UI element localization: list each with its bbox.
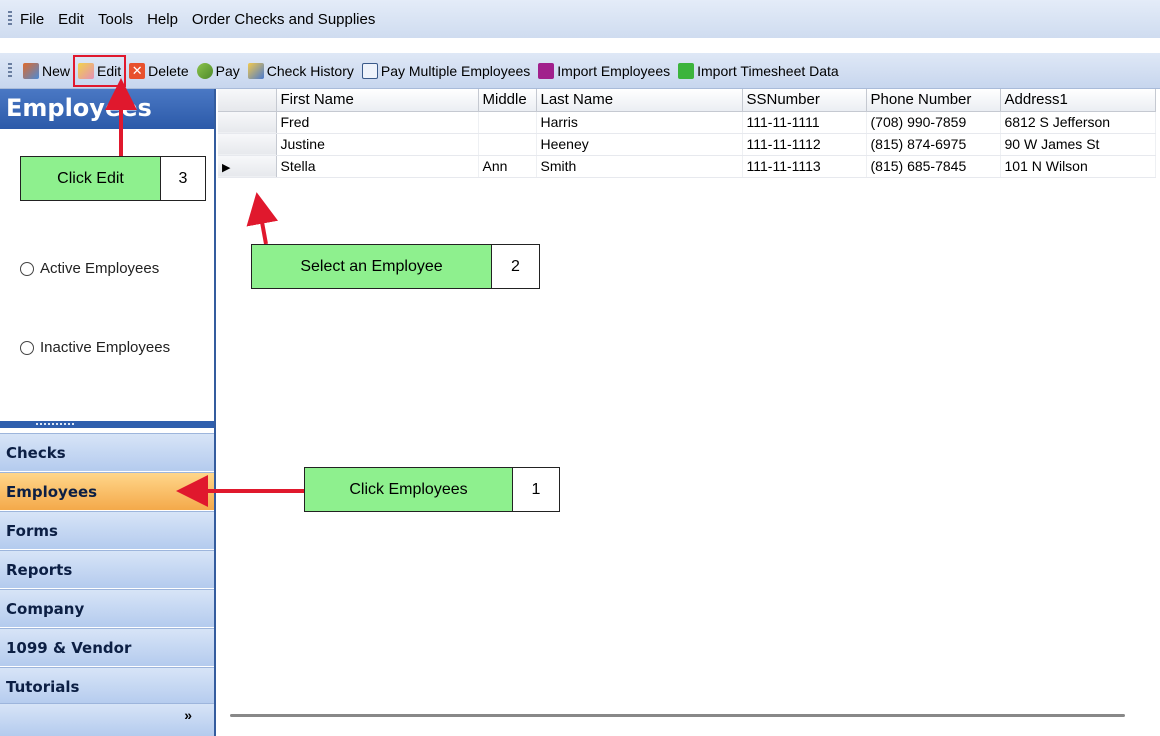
toolbar: New Edit ✕ Delete Pay Check History Pay … — [0, 53, 1160, 89]
nav-tutorials[interactable]: Tutorials — [0, 667, 214, 705]
cell-ssnumber[interactable]: 111-11-1112 — [742, 133, 867, 156]
cell-last-name[interactable]: Heeney — [536, 133, 743, 156]
employee-grid: First Name Middle Last Name SSNumber Pho… — [218, 89, 1160, 736]
column-header-phone[interactable]: Phone Number — [866, 89, 1001, 112]
cell-first-name[interactable]: Justine — [276, 133, 479, 156]
cell-phone[interactable]: (815) 685-7845 — [866, 155, 1001, 178]
radio-circle-icon — [20, 340, 34, 355]
callout-select-employee: Select an Employee 2 — [251, 244, 540, 289]
column-header-address1[interactable]: Address1 — [1000, 89, 1156, 112]
pay-icon — [196, 62, 213, 79]
import-employees-icon — [538, 62, 555, 79]
nav-employees[interactable]: Employees — [0, 472, 214, 510]
import-timesheet-button[interactable]: Import Timesheet Data — [675, 57, 842, 85]
callout-label: Select an Employee — [252, 245, 492, 288]
cell-middle[interactable]: Ann — [478, 155, 537, 178]
menu-bar: File Edit Tools Help Order Checks and Su… — [0, 0, 1160, 38]
cell-middle[interactable] — [478, 111, 537, 134]
pay-multiple-button[interactable]: Pay Multiple Employees — [359, 57, 533, 85]
radio-inactive-employees[interactable]: Inactive Employees — [20, 339, 170, 356]
import-timesheet-icon — [678, 62, 695, 79]
nav-company[interactable]: Company — [0, 589, 214, 627]
cell-ssnumber[interactable]: 111-11-1111 — [742, 111, 867, 134]
row-selector-header — [218, 89, 277, 112]
expand-chevron-icon[interactable]: » — [184, 707, 192, 723]
cell-ssnumber[interactable]: 111-11-1113 — [742, 155, 867, 178]
pay-multiple-icon — [361, 62, 378, 79]
row-selector[interactable] — [218, 111, 277, 134]
cell-address1[interactable]: 6812 S Jefferson — [1000, 111, 1156, 134]
table-header-row: First Name Middle Last Name SSNumber Pho… — [218, 89, 1156, 112]
menu-tools[interactable]: Tools — [98, 11, 133, 28]
column-header-ssnumber[interactable]: SSNumber — [742, 89, 867, 112]
callout-step-number: 2 — [492, 245, 539, 288]
cell-phone[interactable]: (815) 874-6975 — [866, 133, 1001, 156]
radio-active-employees[interactable]: Active Employees — [20, 260, 159, 277]
cell-address1[interactable]: 101 N Wilson — [1000, 155, 1156, 178]
import-employees-button[interactable]: Import Employees — [535, 57, 673, 85]
menu-file[interactable]: File — [20, 11, 44, 28]
edit-icon — [78, 62, 95, 79]
column-header-middle[interactable]: Middle — [478, 89, 537, 112]
table-row[interactable]: ▶ Stella Ann Smith 111-11-1113 (815) 685… — [218, 155, 1156, 178]
cell-address1[interactable]: 90 W James St — [1000, 133, 1156, 156]
delete-button[interactable]: ✕ Delete — [126, 57, 191, 85]
menu-grip[interactable] — [8, 11, 12, 27]
nav-checks[interactable]: Checks — [0, 433, 214, 471]
delete-icon: ✕ — [129, 62, 146, 79]
cell-phone[interactable]: (708) 990-7859 — [866, 111, 1001, 134]
cell-middle[interactable] — [478, 133, 537, 156]
row-selector[interactable]: ▶ — [218, 155, 277, 178]
menu-order-checks[interactable]: Order Checks and Supplies — [192, 11, 375, 28]
callout-step-number: 3 — [161, 157, 205, 200]
callout-step-number: 1 — [513, 468, 559, 511]
check-history-icon — [247, 62, 264, 79]
toolbar-grip[interactable] — [8, 62, 12, 79]
table-row[interactable]: Justine Heeney 111-11-1112 (815) 874-697… — [218, 133, 1156, 156]
table-row[interactable]: Fred Harris 111-11-1111 (708) 990-7859 6… — [218, 111, 1156, 134]
callout-label: Click Employees — [305, 468, 513, 511]
cell-last-name[interactable]: Harris — [536, 111, 743, 134]
menu-help[interactable]: Help — [147, 11, 178, 28]
menu-edit[interactable]: Edit — [58, 11, 84, 28]
column-header-first-name[interactable]: First Name — [276, 89, 479, 112]
new-employee-icon — [23, 62, 39, 79]
edit-button[interactable]: Edit — [73, 54, 127, 87]
row-selector[interactable] — [218, 133, 277, 156]
cell-first-name[interactable]: Stella — [276, 155, 479, 178]
callout-label: Click Edit — [21, 157, 161, 200]
nav-pane-title: Employees — [0, 89, 214, 129]
nav-reports[interactable]: Reports — [0, 550, 214, 588]
horizontal-scrollbar[interactable] — [230, 714, 1125, 717]
nav-forms[interactable]: Forms — [0, 511, 214, 549]
check-history-button[interactable]: Check History — [245, 57, 357, 85]
cell-last-name[interactable]: Smith — [536, 155, 743, 178]
radio-circle-icon — [20, 261, 34, 276]
nav-pane-footer[interactable]: » — [0, 703, 214, 736]
nav-1099-vendor[interactable]: 1099 & Vendor — [0, 628, 214, 666]
callout-click-employees: Click Employees 1 — [304, 467, 560, 512]
nav-pane-splitter[interactable] — [0, 421, 214, 428]
new-button[interactable]: New — [20, 57, 73, 85]
callout-click-edit: Click Edit 3 — [20, 156, 206, 201]
current-row-marker-icon: ▶ — [222, 162, 231, 174]
column-header-last-name[interactable]: Last Name — [536, 89, 743, 112]
employee-table: First Name Middle Last Name SSNumber Pho… — [218, 89, 1156, 178]
pay-button[interactable]: Pay — [194, 57, 243, 85]
cell-first-name[interactable]: Fred — [276, 111, 479, 134]
